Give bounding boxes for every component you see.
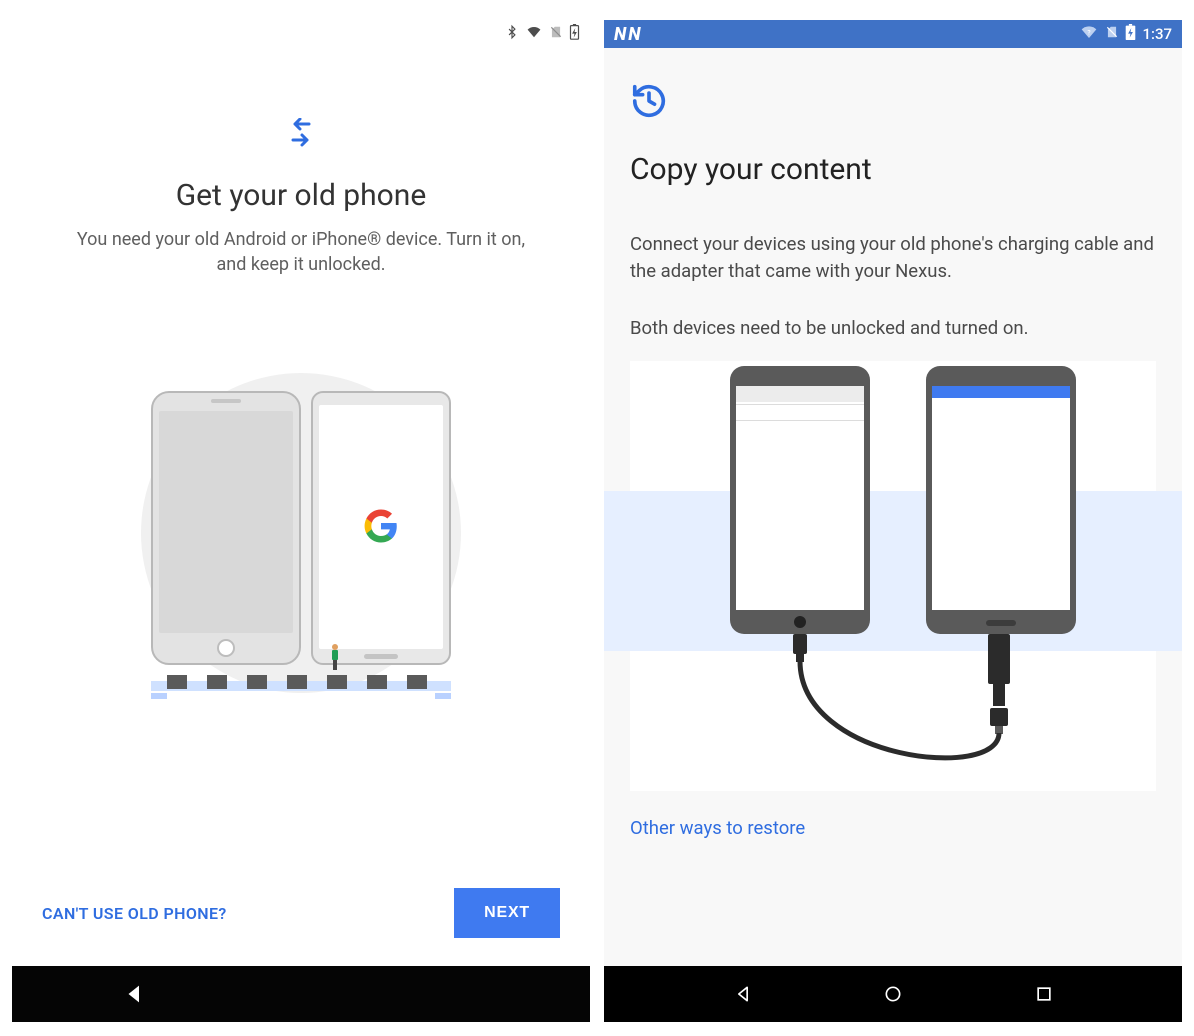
- next-button[interactable]: NEXT: [454, 888, 560, 938]
- screen-copy-content: N N ? 1:37 Copy your content Connect yo: [604, 20, 1182, 1022]
- system-navbar: [12, 966, 590, 1022]
- no-sim-icon: [1105, 24, 1119, 44]
- phones-illustration: [91, 333, 511, 713]
- battery-charging-icon: [1125, 24, 1136, 44]
- page-body: You need your old Android or iPhone® dev…: [64, 227, 538, 277]
- svg-text:?: ?: [1088, 29, 1091, 37]
- swap-arrows-icon: [281, 118, 321, 154]
- android-illustration: [311, 391, 451, 665]
- content-area: Get your old phone You need your old And…: [12, 48, 590, 966]
- restore-icon: [630, 82, 1156, 124]
- system-navbar: [604, 966, 1182, 1022]
- nav-back-icon[interactable]: [731, 982, 755, 1006]
- google-g-icon: [363, 508, 399, 548]
- footer-actions: CAN'T USE OLD PHONE? NEXT: [12, 888, 590, 966]
- other-ways-link[interactable]: Other ways to restore: [630, 817, 1156, 839]
- wifi-icon: [525, 25, 543, 43]
- no-sim-icon: [549, 24, 563, 44]
- person-icon: [326, 643, 344, 677]
- wifi-unknown-icon: ?: [1079, 24, 1099, 44]
- n-badge-2: N: [628, 24, 638, 45]
- status-clock: 1:37: [1142, 25, 1172, 43]
- cable-svg: [630, 361, 1182, 791]
- body-text-2: Both devices need to be unlocked and tur…: [630, 315, 1156, 342]
- page-title: Copy your content: [630, 152, 1156, 187]
- cant-use-old-phone-link[interactable]: CAN'T USE OLD PHONE?: [42, 904, 227, 923]
- n-badge-1: N: [614, 24, 624, 45]
- status-bar: [12, 20, 590, 48]
- content-area: Copy your content Connect your devices u…: [604, 48, 1182, 966]
- screen-get-old-phone: Get your old phone You need your old And…: [12, 20, 590, 1022]
- status-bar: N N ? 1:37: [604, 20, 1182, 48]
- nav-recent-icon[interactable]: [1032, 982, 1056, 1006]
- nav-back-icon[interactable]: [122, 982, 146, 1006]
- body-text-1: Connect your devices using your old phon…: [630, 231, 1156, 285]
- bluetooth-icon: [505, 24, 519, 44]
- iphone-illustration: [151, 391, 301, 665]
- cable-illustration: [630, 361, 1156, 791]
- page-title: Get your old phone: [176, 178, 427, 213]
- floor-tiles: [151, 671, 451, 699]
- battery-charging-icon: [569, 24, 580, 44]
- nav-home-icon[interactable]: [881, 982, 905, 1006]
